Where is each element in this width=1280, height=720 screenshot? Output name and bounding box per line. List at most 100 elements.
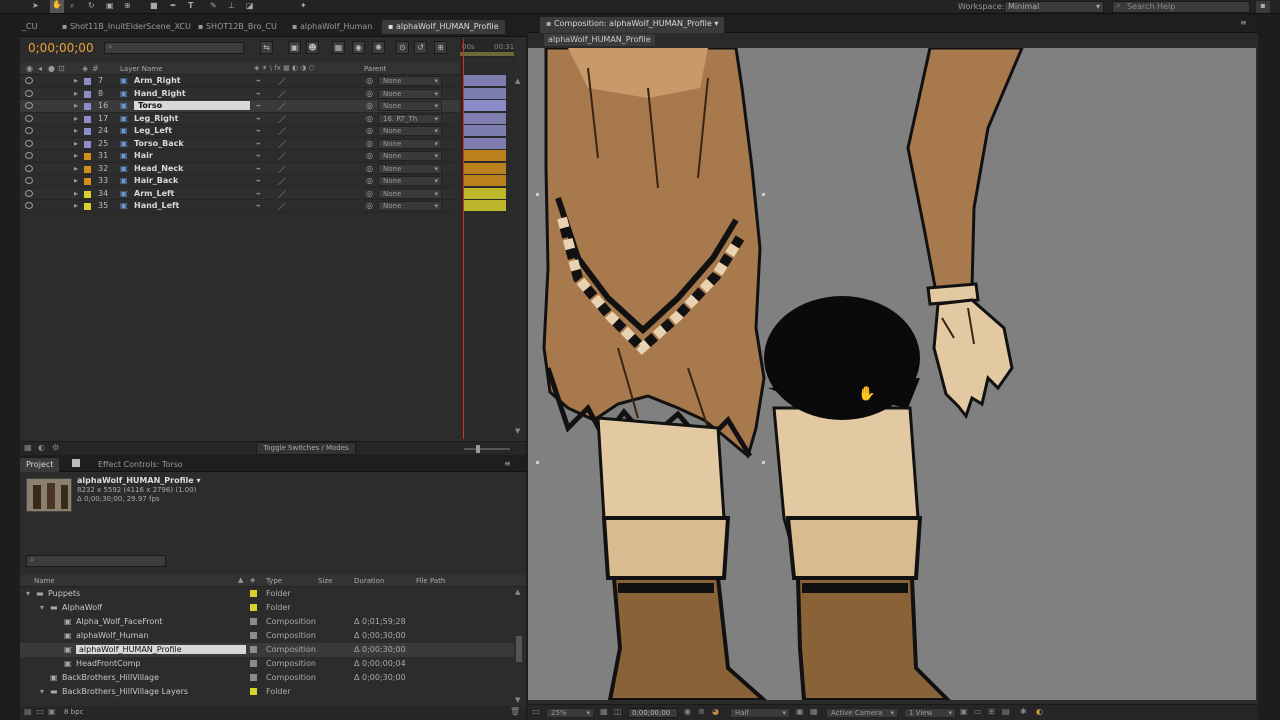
timeline-timecode[interactable]: 0;00;00;00: [28, 41, 94, 55]
label-color-swatch[interactable]: [250, 590, 257, 597]
layer-row[interactable]: ▸ 7 ▣ Arm_Right ⌁ ／ ◎ None: [20, 75, 460, 88]
size-column-label[interactable]: Size: [318, 577, 332, 585]
layer-duration-bar[interactable]: [464, 150, 506, 161]
layer-name[interactable]: Arm_Right: [134, 76, 181, 85]
layer-switches-pane-icon[interactable]: ▦: [24, 443, 32, 452]
shy-switch-icon[interactable]: ⌁: [256, 139, 261, 148]
timeline-tab-1[interactable]: ▪ Shot11B_InuitElderScene_XCU: [56, 20, 197, 34]
parent-pickwhip-icon[interactable]: ◎: [366, 114, 373, 123]
label-color-swatch[interactable]: [250, 688, 257, 695]
camera-tool-icon[interactable]: ▣: [106, 1, 114, 10]
parent-pickwhip-icon[interactable]: ◎: [366, 189, 373, 198]
live-update-button[interactable]: ⊕: [434, 41, 447, 54]
label-color-swatch[interactable]: [250, 618, 257, 625]
parent-select[interactable]: None: [378, 101, 442, 111]
panel-menu-icon[interactable]: ≡: [504, 459, 511, 468]
layer-row[interactable]: ▸ 8 ▣ Hand_Right ⌁ ／ ◎ None: [20, 87, 460, 100]
new-comp-icon[interactable]: ▣: [48, 707, 56, 716]
project-item[interactable]: ▣ BackBrothers_HillVillage Composition Δ 0;…: [20, 671, 522, 685]
tab-effect-controls[interactable]: Effect Controls: Torso: [92, 458, 189, 472]
camera-view-select[interactable]: Active Camera: [826, 708, 898, 718]
disclosure-triangle-icon[interactable]: ▸: [74, 101, 78, 110]
hand-tool-icon[interactable]: ✋: [50, 0, 64, 13]
layer-name[interactable]: Torso_Back: [134, 139, 184, 148]
eye-icon[interactable]: [25, 139, 33, 147]
layer-row[interactable]: ▸ 32 ▣ Head_Neck ⌁ ／ ◎ None: [20, 162, 460, 175]
parent-select[interactable]: None: [378, 138, 442, 149]
graph-editor-button[interactable]: ⊙: [396, 41, 409, 54]
shy-switch-icon[interactable]: ⌁: [256, 126, 261, 135]
disclosure-triangle-icon[interactable]: ▸: [74, 139, 78, 148]
flowchart-icon[interactable]: ▤: [1002, 707, 1010, 716]
snapshot-icon[interactable]: ◉: [684, 707, 691, 716]
eye-icon[interactable]: [25, 202, 33, 209]
project-item-name[interactable]: BackBrothers_HillVillage Layers: [62, 687, 188, 696]
quality-switch-icon[interactable]: ／: [278, 201, 286, 212]
slider-handle[interactable]: [476, 445, 480, 453]
scroll-down-icon[interactable]: ▼: [515, 427, 520, 435]
project-vertical-scrollbar[interactable]: ▲ ▼: [514, 588, 524, 706]
parent-select[interactable]: None: [378, 201, 442, 211]
quality-switch-icon[interactable]: ／: [278, 164, 286, 175]
project-item[interactable]: ▾ ▬ BackBrothers_HillVillage Layers Folder: [20, 685, 522, 699]
disclosure-triangle-icon[interactable]: ▸: [74, 126, 78, 135]
disclosure-triangle-icon[interactable]: ▸: [74, 164, 78, 173]
show-snapshot-icon[interactable]: ⊛: [698, 707, 705, 716]
disclosure-triangle-icon[interactable]: ▸: [74, 76, 78, 85]
name-column-label[interactable]: Name: [34, 577, 55, 585]
selected-comp-name[interactable]: alphaWolf_HUMAN_Profile ▾: [77, 476, 200, 485]
layer-duration-bar[interactable]: [464, 75, 506, 86]
parent-pickwhip-icon[interactable]: ◎: [366, 176, 373, 185]
project-search-input[interactable]: ⌕: [26, 555, 166, 567]
shy-switch-icon[interactable]: ⌁: [256, 201, 261, 210]
quality-switch-icon[interactable]: ／: [278, 139, 286, 150]
layer-row[interactable]: ▸ 16 ▣ Torso ⌁ ／ ◎ None: [20, 100, 460, 113]
layer-label-color[interactable]: [84, 165, 91, 173]
timeline-track-area[interactable]: [460, 63, 514, 438]
eye-icon[interactable]: [25, 89, 33, 97]
eye-icon[interactable]: [25, 127, 33, 134]
label-color-swatch[interactable]: [250, 632, 257, 639]
layer-row[interactable]: ▸ 33 ▣ Hair_Back ⌁ ／ ◎ None: [20, 175, 460, 188]
quality-switch-icon[interactable]: ／: [278, 176, 286, 187]
parent-select[interactable]: None: [378, 76, 442, 86]
scroll-down-icon[interactable]: ▼: [515, 696, 520, 704]
layer-name[interactable]: Hand_Left: [134, 201, 179, 210]
timeline-jump-icon[interactable]: ⊞: [988, 707, 995, 716]
layer-duration-bar[interactable]: [464, 200, 506, 211]
layer-duration-bar[interactable]: [464, 100, 506, 111]
timeline-vertical-scrollbar[interactable]: ▲ ▼: [514, 77, 524, 437]
layer-row[interactable]: ▸ 31 ▣ Hair ⌁ ／ ◎ None: [20, 150, 460, 163]
layer-label-color[interactable]: [84, 78, 91, 85]
layer-row[interactable]: ▸ 25 ▣ Torso_Back ⌁ ／ ◎ None: [20, 137, 460, 150]
eye-icon[interactable]: [25, 77, 33, 84]
shy-switch-icon[interactable]: ⌁: [256, 89, 261, 98]
interpret-footage-icon[interactable]: ▤: [24, 707, 32, 716]
grid-icon[interactable]: ▦: [600, 707, 608, 716]
layer-name[interactable]: Leg_Left: [134, 126, 172, 135]
rotate-tool-icon[interactable]: ↻: [88, 1, 95, 10]
eye-icon[interactable]: [25, 177, 33, 184]
eye-icon[interactable]: [25, 152, 33, 159]
exposure-icon[interactable]: ✱: [1020, 707, 1027, 716]
new-folder-icon[interactable]: ▭: [36, 707, 44, 716]
layer-name[interactable]: Hair_Back: [134, 176, 178, 185]
time-zoom-slider[interactable]: [464, 445, 510, 453]
filepath-column-label[interactable]: File Path: [416, 577, 445, 585]
text-tool-icon[interactable]: T: [188, 1, 193, 10]
panel-resize-icon[interactable]: ▪: [1256, 1, 1270, 13]
layer-duration-bar[interactable]: [464, 162, 506, 174]
fast-previews-icon[interactable]: ▭: [974, 707, 982, 716]
parent-select[interactable]: None: [378, 88, 442, 99]
scroll-up-icon[interactable]: ▲: [515, 588, 520, 596]
parent-pickwhip-icon[interactable]: ◎: [366, 76, 373, 85]
pen-tool-icon[interactable]: ✒: [170, 1, 177, 10]
region-of-interest-icon[interactable]: ▣: [796, 707, 804, 716]
trash-icon[interactable]: 🗑: [510, 707, 520, 716]
project-item[interactable]: ▣ Alpha_Wolf_FaceFront Composition Δ 0;01;5…: [20, 615, 522, 629]
eye-icon[interactable]: [25, 164, 33, 172]
layer-row[interactable]: ▸ 35 ▣ Hand_Left ⌁ ／ ◎ None: [20, 200, 460, 213]
parent-pickwhip-icon[interactable]: ◎: [366, 139, 373, 148]
parent-pickwhip-icon[interactable]: ◎: [366, 101, 373, 110]
label-color-swatch[interactable]: [250, 674, 257, 681]
